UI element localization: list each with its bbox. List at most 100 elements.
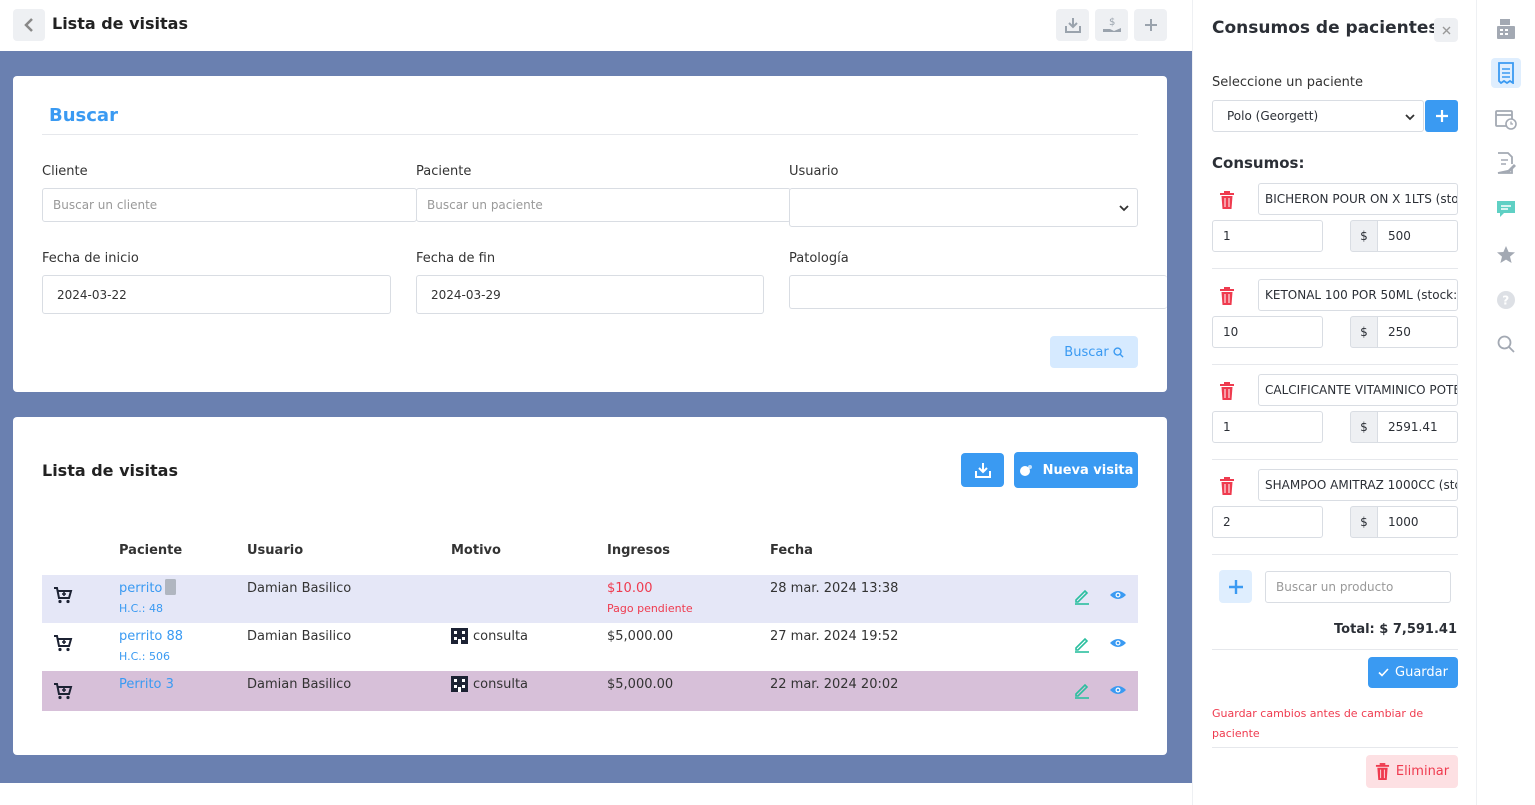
quantity-field[interactable]: 10 (1212, 316, 1323, 348)
close-icon (1442, 26, 1450, 34)
fecha-fin-label: Fecha de fin (416, 251, 496, 266)
edit-icon[interactable] (1073, 635, 1091, 653)
building-icon (451, 628, 468, 644)
consumos-title: Consumos: (1212, 154, 1305, 172)
fecha-fin-input[interactable]: 2024-03-29 (416, 275, 764, 314)
currency-addon: $ (1350, 220, 1378, 252)
chat-icon[interactable] (1491, 194, 1521, 224)
star-icon[interactable] (1491, 240, 1521, 270)
quantity-field[interactable]: 1 (1212, 411, 1323, 443)
new-visit-icon (1019, 465, 1032, 476)
trash-icon[interactable] (1219, 287, 1235, 305)
table-header: Paciente Usuario Motivo Ingresos Fecha (42, 537, 1138, 575)
download-tray-icon (1064, 18, 1081, 33)
ingresos-cell: $5,000.00 (607, 677, 674, 692)
patient-select-value: Polo (Georgett) (1227, 109, 1319, 123)
delete-button[interactable]: Eliminar (1366, 755, 1458, 788)
back-button[interactable] (13, 9, 45, 41)
quantity-field[interactable]: 2 (1212, 506, 1323, 538)
price-field[interactable]: 2591.41 (1377, 411, 1458, 443)
product-field[interactable]: BICHERON POUR ON X 1LTS (stoc (1258, 183, 1458, 215)
consumo-item: SHAMPOO AMITRAZ 1000CC (stc 2 $ 1000 (1212, 469, 1458, 564)
price-field[interactable]: 250 (1377, 316, 1458, 348)
patient-hc: H.C.: 48 (119, 602, 163, 615)
svg-text:?: ? (1502, 294, 1509, 308)
product-field[interactable]: CALCIFICANTE VITAMINICO POTE (1258, 374, 1458, 406)
total-amount: Total: $ 7,591.41 (1334, 622, 1457, 637)
col-paciente: Paciente (119, 543, 183, 558)
divider (1212, 364, 1458, 365)
usuario-cell: Damian Basilico (247, 581, 352, 596)
plus-icon (1144, 19, 1157, 31)
consumo-item: CALCIFICANTE VITAMINICO POTE 1 $ 2591.41 (1212, 374, 1458, 469)
table-row: Perrito 3 Damian Basilico consulta $5,00… (42, 671, 1138, 711)
eye-icon[interactable] (1109, 636, 1127, 650)
add-product-button[interactable] (1219, 570, 1252, 603)
trash-icon[interactable] (1219, 191, 1235, 209)
cart-plus-icon[interactable] (53, 682, 73, 700)
col-ingresos: Ingresos (607, 543, 671, 558)
usuario-select[interactable] (789, 188, 1138, 227)
edit-icon[interactable] (1073, 587, 1091, 605)
search-icon[interactable] (1491, 329, 1521, 359)
paciente-input[interactable]: Buscar un paciente (416, 188, 791, 222)
list-title: Lista de visitas (42, 461, 178, 480)
check-icon (1378, 668, 1389, 677)
delete-button-label: Eliminar (1395, 764, 1450, 779)
patient-link[interactable]: perrito 88 (119, 629, 183, 644)
download-button[interactable] (1056, 9, 1089, 41)
save-button[interactable]: Guardar (1368, 657, 1458, 688)
cash-register-icon[interactable] (1491, 14, 1521, 44)
patologia-input[interactable] (789, 275, 1167, 309)
consumo-item: BICHERON POUR ON X 1LTS (stoc 1 $ 500 (1212, 183, 1458, 278)
building-icon (451, 676, 468, 692)
eye-icon[interactable] (1109, 588, 1127, 602)
payment-button[interactable]: $ (1095, 9, 1128, 41)
patient-link[interactable]: Perrito 3 (119, 677, 174, 692)
hand-money-icon: $ (1102, 17, 1121, 32)
cliente-input[interactable]: Buscar un cliente (42, 188, 417, 222)
add-button[interactable] (1134, 9, 1167, 41)
cart-plus-icon[interactable] (53, 586, 73, 604)
quantity-field[interactable]: 1 (1212, 220, 1323, 252)
search-title: Buscar (49, 105, 118, 126)
patologia-label: Patología (789, 251, 849, 266)
plus-icon (1435, 110, 1448, 122)
receipt-icon[interactable] (1491, 58, 1521, 88)
buscar-button[interactable]: Buscar (1050, 336, 1138, 368)
help-icon[interactable]: ? (1491, 285, 1521, 315)
fecha-cell: 22 mar. 2024 20:02 (770, 677, 899, 692)
patient-select[interactable]: Polo (Georgett) (1212, 100, 1424, 132)
fecha-inicio-input[interactable]: 2024-03-22 (42, 275, 391, 314)
product-field[interactable]: KETONAL 100 POR 50ML (stock: ( (1258, 279, 1458, 311)
trash-icon[interactable] (1219, 382, 1235, 400)
table-row: perrito H.C.: 48 Damian Basilico $10.00 … (42, 575, 1138, 623)
divider (1212, 649, 1458, 650)
product-search-input[interactable]: Buscar un producto (1265, 571, 1451, 603)
search-card: Buscar Cliente Buscar un cliente Pacient… (13, 76, 1167, 392)
eye-icon[interactable] (1109, 683, 1127, 697)
download-list-button[interactable] (961, 453, 1004, 487)
chevron-left-icon (24, 18, 33, 32)
trash-icon[interactable] (1219, 477, 1235, 495)
document-edit-icon[interactable] (1491, 148, 1521, 178)
price-field[interactable]: 500 (1377, 220, 1458, 252)
icon-rail: ? (1476, 0, 1535, 805)
product-field[interactable]: SHAMPOO AMITRAZ 1000CC (stc (1258, 469, 1458, 501)
calendar-clock-icon[interactable] (1491, 104, 1521, 134)
price-field[interactable]: 1000 (1377, 506, 1458, 538)
add-patient-button[interactable] (1425, 100, 1458, 132)
cart-plus-icon[interactable] (53, 634, 73, 652)
save-button-label: Guardar (1395, 665, 1448, 680)
table-row: perrito 88 H.C.: 506 Damian Basilico con… (42, 623, 1138, 671)
nueva-visita-label: Nueva visita (1042, 462, 1134, 478)
edit-icon[interactable] (1073, 681, 1091, 699)
select-patient-label: Seleccione un paciente (1212, 75, 1364, 90)
phone-icon (165, 579, 176, 595)
close-button[interactable] (1434, 18, 1458, 42)
patient-link[interactable]: perrito (119, 581, 162, 596)
ingresos-cell: $5,000.00 (607, 629, 674, 644)
usuario-label: Usuario (789, 164, 839, 179)
nueva-visita-button[interactable]: Nueva visita (1014, 452, 1138, 488)
usuario-cell: Damian Basilico (247, 677, 352, 692)
